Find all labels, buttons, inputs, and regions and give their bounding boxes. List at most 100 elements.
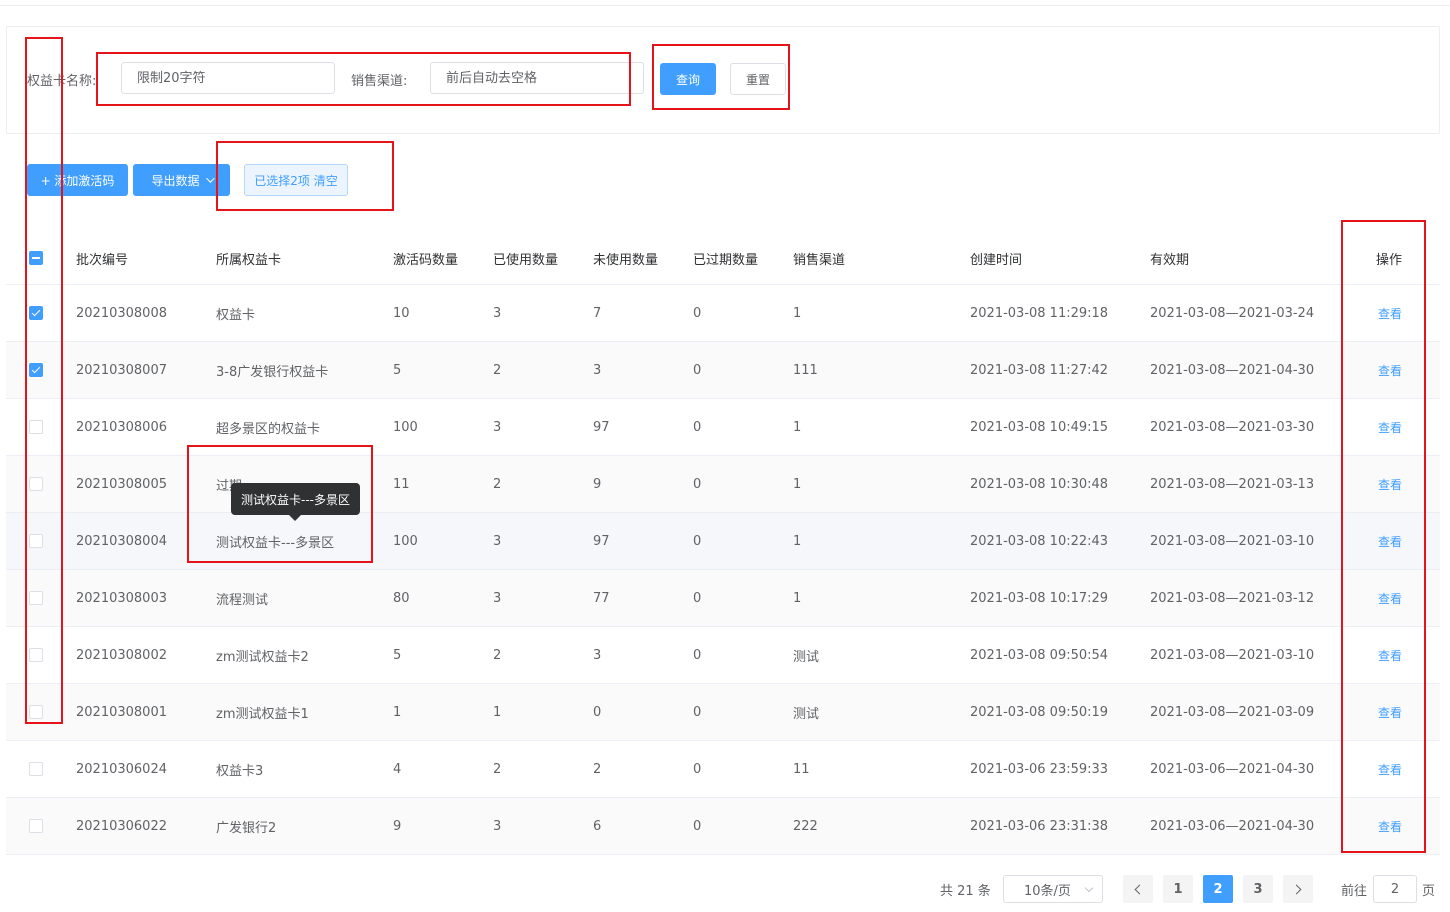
row-checkbox[interactable] [29,534,43,548]
chevron-right-icon [1291,884,1302,894]
chevron-left-icon [1134,884,1145,894]
cell-card: 3-8广发银行权益卡 [216,364,329,380]
export-button[interactable]: 导出数据 [133,164,230,196]
header-channel: 销售渠道 [793,252,846,268]
page-button-3[interactable]: 3 [1243,875,1273,903]
next-page-button[interactable] [1283,875,1313,903]
cell-channel: 11 [793,761,810,777]
row-checkbox[interactable] [29,648,43,662]
view-link[interactable]: 查看 [1378,704,1402,721]
view-link[interactable]: 查看 [1378,761,1402,778]
add-code-button[interactable]: + 添加激活码 [27,164,128,196]
cell-channel: 222 [793,818,818,834]
cell-unused: 77 [593,590,610,606]
cell-card: 测试权益卡---多景区 [216,535,335,551]
table-row: 20210308001 zm测试权益卡1 1 1 0 0 测试 2021-03-08 09:5… [6,684,1440,741]
view-link[interactable]: 查看 [1378,305,1402,322]
prev-page-button[interactable] [1123,875,1153,903]
channel-input[interactable] [430,62,644,94]
cell-expired: 0 [693,818,702,834]
row-checkbox[interactable] [29,591,43,605]
cell-created: 2021-03-08 09:50:19 [970,704,1109,720]
select-all-checkbox[interactable] [29,251,43,265]
view-link[interactable]: 查看 [1378,590,1402,607]
reset-button[interactable]: 重置 [730,63,786,95]
cell-card: zm测试权益卡1 [216,706,309,722]
header-card: 所属权益卡 [216,252,282,268]
page-button-1[interactable]: 1 [1163,875,1193,903]
header-valid: 有效期 [1150,252,1190,268]
cell-channel: 1 [793,476,802,492]
table-row: 20210308008 权益卡 10 3 7 0 1 2021-03-08 11:29:18 2… [6,285,1440,342]
view-link[interactable]: 查看 [1378,647,1402,664]
cell-valid: 2021-03-08—2021-03-09 [1150,704,1315,720]
cell-batch-no: 20210308004 [76,533,167,549]
cell-created: 2021-03-08 10:30:48 [970,476,1109,492]
cell-expired: 0 [693,704,702,720]
cell-unused: 7 [593,305,602,321]
cell-created: 2021-03-08 10:17:29 [970,590,1109,606]
cell-used: 2 [493,647,502,663]
cell-batch-no: 20210306024 [76,761,167,777]
cell-expired: 0 [693,761,702,777]
cell-total: 80 [393,590,410,606]
table-row: 20210308003 流程测试 80 3 77 0 1 2021-03-08 10:17:2… [6,570,1440,627]
page-button-2[interactable]: 2 [1203,875,1233,903]
cell-used: 3 [493,818,502,834]
cell-batch-no: 20210308008 [76,305,167,321]
card-name-input[interactable] [121,62,335,94]
cell-channel: 1 [793,305,802,321]
cell-channel: 1 [793,533,802,549]
cell-total: 9 [393,818,402,834]
table-row: 20210306024 权益卡3 4 2 2 0 11 2021-03-06 23:59:33… [6,741,1440,798]
view-link[interactable]: 查看 [1378,476,1402,493]
cell-created: 2021-03-06 23:31:38 [970,818,1109,834]
cell-batch-no: 20210306022 [76,818,167,834]
cell-created: 2021-03-08 10:22:43 [970,533,1109,549]
query-button[interactable]: 查询 [660,63,716,95]
cell-batch-no: 20210308003 [76,590,167,606]
cell-card: 权益卡 [216,307,256,323]
cell-unused: 6 [593,818,602,834]
row-checkbox[interactable] [29,363,43,377]
row-checkbox[interactable] [29,762,43,776]
cell-total: 1 [393,704,402,720]
cell-used: 2 [493,476,502,492]
row-checkbox[interactable] [29,477,43,491]
top-divider [0,5,1450,6]
row-checkbox[interactable] [29,306,43,320]
goto-page-input[interactable] [1373,875,1417,903]
table-row: 20210306022 广发银行2 9 3 6 0 222 2021-03-06 23:31:… [6,798,1440,855]
table-header: 批次编号 所属权益卡 激活码数量 已使用数量 未使用数量 已过期数量 销售渠道 … [6,232,1440,285]
view-link[interactable]: 查看 [1378,818,1402,835]
cell-expired: 0 [693,647,702,663]
cell-batch-no: 20210308006 [76,419,167,435]
data-table: 批次编号 所属权益卡 激活码数量 已使用数量 未使用数量 已过期数量 销售渠道 … [6,232,1440,855]
view-link[interactable]: 查看 [1378,362,1402,379]
selected-clear-button[interactable]: 已选择2项 清空 [244,164,348,196]
goto-label: 前往 [1341,883,1368,899]
row-checkbox[interactable] [29,819,43,833]
header-created: 创建时间 [970,252,1023,268]
cell-created: 2021-03-08 10:49:15 [970,419,1109,435]
cell-total: 5 [393,362,402,378]
page-size-select[interactable]: 10条/页 [1003,875,1103,903]
cell-card: zm测试权益卡2 [216,649,309,665]
row-checkbox[interactable] [29,420,43,434]
cell-channel: 测试 [793,649,820,665]
cell-card: 广发银行2 [216,820,277,836]
row-checkbox[interactable] [29,705,43,719]
cell-used: 3 [493,533,502,549]
view-link[interactable]: 查看 [1378,419,1402,436]
card-name-label: 权益卡名称: [27,74,97,89]
page-suffix: 页 [1422,883,1436,899]
channel-label: 销售渠道: [351,74,408,89]
cell-valid: 2021-03-08—2021-04-30 [1150,362,1315,378]
cell-used: 2 [493,761,502,777]
view-link[interactable]: 查看 [1378,533,1402,550]
cell-expired: 0 [693,533,702,549]
cell-total: 5 [393,647,402,663]
header-used: 已使用数量 [493,252,559,268]
cell-unused: 97 [593,419,610,435]
header-total: 激活码数量 [393,252,459,268]
